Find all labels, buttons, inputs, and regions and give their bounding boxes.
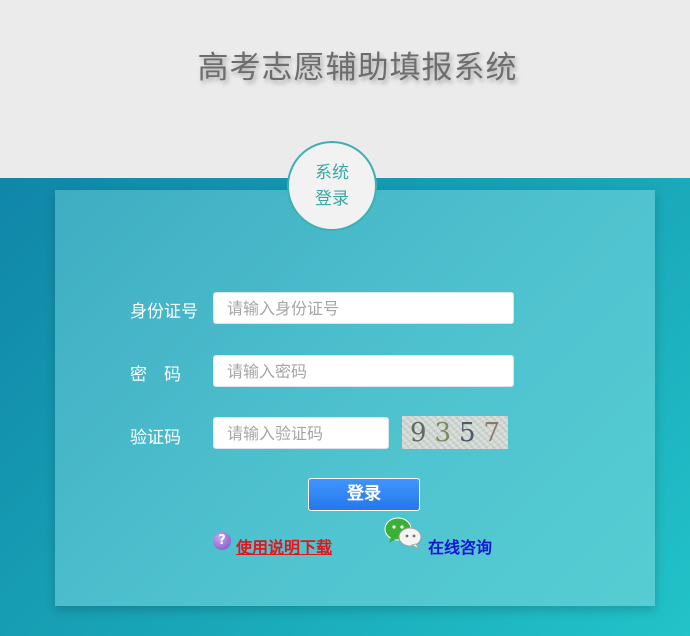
captcha-digit: 5 xyxy=(458,417,476,448)
password-label: 密 码 xyxy=(130,365,181,385)
login-badge: 系统 登录 xyxy=(287,141,377,231)
badge-line-1: 系统 xyxy=(315,163,349,183)
captcha-digit: 3 xyxy=(434,417,452,448)
login-button[interactable]: 登录 xyxy=(308,478,420,511)
badge-line-2: 登录 xyxy=(315,189,349,209)
password-input[interactable] xyxy=(213,355,514,387)
login-panel xyxy=(55,190,655,606)
wechat-icon[interactable] xyxy=(383,516,425,550)
captcha-label: 验证码 xyxy=(130,428,181,448)
manual-download-link[interactable]: 使用说明下载 xyxy=(236,534,332,558)
captcha-digit: 7 xyxy=(483,417,501,448)
page-title: 高考志愿辅助填报系统 xyxy=(197,50,518,86)
id-number-label: 身份证号 xyxy=(130,302,198,322)
id-number-input[interactable] xyxy=(213,292,514,324)
question-circle-icon: ? xyxy=(213,532,231,550)
captcha-digit: 9 xyxy=(409,417,427,448)
online-consult-link[interactable]: 在线咨询 xyxy=(428,534,492,558)
captcha-input[interactable] xyxy=(213,417,389,449)
captcha-image[interactable]: 9 3 5 7 xyxy=(402,416,508,449)
